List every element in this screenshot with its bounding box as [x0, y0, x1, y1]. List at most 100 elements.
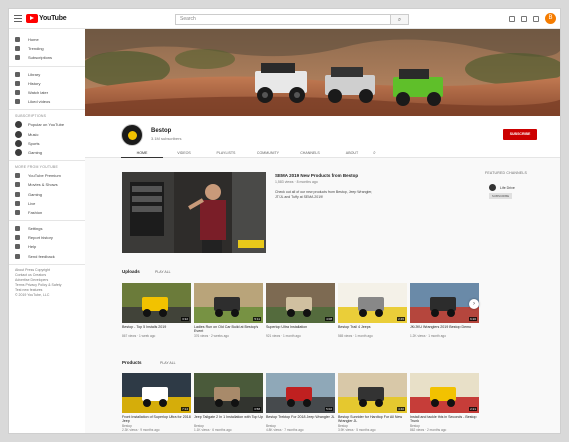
sidebar-item-fashion[interactable]: Fashion: [9, 208, 85, 217]
tab-playlists[interactable]: PLAYLISTS: [205, 149, 247, 158]
sidebar-item-movies-shows[interactable]: Movies & Shows: [9, 180, 85, 189]
video-thumbnail[interactable]: 4:40: [338, 373, 407, 413]
products-play-all[interactable]: PLAY ALL: [160, 361, 176, 365]
video-title[interactable]: Bestop Trail 4 Jeeps: [338, 325, 407, 334]
video-title[interactable]: Install and tackle this in Seconds - Bes…: [410, 415, 479, 424]
sidebar-item-help[interactable]: Help: [9, 242, 85, 251]
youtube-logo[interactable]: YouTube: [26, 14, 67, 23]
video-title[interactable]: Bestop - Top 5 Installs 2019: [122, 325, 191, 334]
sidebar-item-music[interactable]: Music: [9, 130, 85, 139]
video-meta: 862 views · 2 months ago: [410, 428, 447, 432]
video-meta: 1.1K views · 6 months ago: [194, 428, 232, 432]
account-avatar[interactable]: B: [545, 13, 556, 24]
sidebar-item-library[interactable]: Library: [9, 70, 85, 79]
video-card[interactable]: 2:45 Bestop Trail 4 Jeeps 565 views · 1 mo…: [338, 283, 407, 338]
video-meta: 867 views · 1 week ago: [122, 334, 156, 338]
video-title[interactable]: Bestop Sunrider for Hardtop For All New …: [338, 415, 407, 424]
tab-home[interactable]: HOME: [121, 149, 163, 158]
sidebar-item-live[interactable]: Live: [9, 199, 85, 208]
video-card[interactable]: 3:58 Jeep Tailgate 2 In 1 Installation wi…: [194, 373, 263, 432]
video-meta: 565 views · 1 month ago: [338, 334, 373, 338]
video-card[interactable]: 5:11 Ladies Run on Old Car Build at Besto…: [194, 283, 263, 338]
video-card[interactable]: 3:32 Bestop - Top 5 Installs 2019 867 view…: [122, 283, 191, 338]
video-duration: 2:21: [469, 407, 477, 411]
video-title[interactable]: Jeep Tailgate 2 In 1 Installation with T…: [194, 415, 263, 424]
next-arrow-icon[interactable]: ›: [469, 299, 479, 309]
notifications-bell-icon[interactable]: [533, 15, 539, 22]
video-title[interactable]: JK/JKU Wranglers 2019 Bestop Demo: [410, 325, 479, 334]
sidebar-item-report-history[interactable]: Report history: [9, 233, 85, 242]
logo-text: YouTube: [39, 15, 67, 22]
video-card[interactable]: 2:21 Install and tackle this in Seconds -…: [410, 373, 479, 432]
video-duration: 3:32: [181, 317, 189, 321]
channel-avatar-icon: [15, 121, 22, 129]
video-duration: 4:40: [397, 407, 405, 411]
tab-community[interactable]: COMMUNITY: [247, 149, 289, 158]
uploads-play-all[interactable]: PLAY ALL: [155, 270, 171, 274]
sidebar-item-gaming[interactable]: Gaming: [9, 189, 85, 198]
featured-video-description: JT/JL and Tuffy at SEMA 2019!: [275, 195, 324, 199]
search-button[interactable]: ⌕: [391, 14, 409, 25]
featured-video-thumbnail[interactable]: [122, 172, 266, 253]
video-title[interactable]: Front Installation of Superlop Ultra for…: [122, 415, 191, 424]
sidebar-item-settings[interactable]: Settings: [9, 224, 85, 233]
sidebar-item-gaming[interactable]: Gaming: [9, 148, 85, 157]
video-duration: 7:14: [181, 407, 189, 411]
sidebar-item-history[interactable]: History: [9, 79, 85, 88]
video-card[interactable]: 4:40 Bestop Sunrider for Hardtop For All …: [338, 373, 407, 432]
sidebar-item-label: Music: [28, 131, 39, 137]
video-thumbnail[interactable]: 5:02: [266, 373, 335, 413]
video-thumbnail[interactable]: 2:45: [338, 283, 407, 323]
video-thumbnail[interactable]: 3:32: [122, 283, 191, 323]
sidebar-item-liked-videos[interactable]: Liked videos: [9, 97, 85, 106]
video-card[interactable]: 6:20 JK/JKU Wranglers 2019 Bestop Demo 1.2…: [410, 283, 479, 338]
uploads-row-title[interactable]: Uploads: [122, 269, 140, 274]
sidebar-item-watch-later[interactable]: Watch later: [9, 88, 85, 97]
browser-frame: YouTube Search ⌕ B Home Trending Subscript…: [8, 8, 561, 434]
sidebar-item-popular-on-youtube[interactable]: Popular on YouTube: [9, 120, 85, 129]
video-meta: 921 views · 1 month ago: [266, 334, 301, 338]
video-title[interactable]: Ladies Run on Old Car Build at Bestop's …: [194, 325, 263, 334]
sidebar-item-home[interactable]: Home: [9, 35, 85, 44]
channel-search-icon[interactable]: ⌕: [373, 149, 385, 158]
apps-grid-icon[interactable]: [521, 15, 527, 22]
menu-icon[interactable]: [14, 15, 22, 22]
tab-about[interactable]: ABOUT: [331, 149, 373, 158]
video-card[interactable]: 4:08 Superlop Ultra Installation 921 views…: [266, 283, 335, 338]
subscribe-button[interactable]: SUBSCRIBE: [503, 129, 537, 140]
video-card[interactable]: 5:02 Bestop Trektop For 2018 Jeep Wrangle…: [266, 373, 335, 432]
products-row: 7:14 Front Installation of Superlop Ultra…: [122, 373, 479, 432]
featured-channel-subscribe-button[interactable]: SUBSCRIBE: [489, 193, 512, 199]
sidebar-item-subscriptions[interactable]: Subscriptions: [9, 53, 85, 62]
video-card[interactable]: 7:14 Front Installation of Superlop Ultra…: [122, 373, 191, 432]
video-title[interactable]: Bestop Trektop For 2018 Jeep Wrangler JL: [266, 415, 335, 424]
search-icon: ⌕: [397, 17, 402, 23]
featured-video-title[interactable]: SEMA 2019 New Products from Bestop: [275, 173, 358, 178]
tab-videos[interactable]: VIDEOS: [163, 149, 205, 158]
sidebar-item-youtube-premium[interactable]: YouTube Premium: [9, 171, 85, 180]
sidebar-item-sports[interactable]: Sports: [9, 139, 85, 148]
video-title[interactable]: Superlop Ultra Installation: [266, 325, 335, 334]
sidebar-footer: About Press Copyright Contact us Creators…: [9, 268, 85, 298]
channel-avatar-icon: [15, 130, 22, 138]
sidebar-item-send-feedback[interactable]: Send feedback: [9, 252, 85, 261]
tab-channels[interactable]: CHANNELS: [289, 149, 331, 158]
sidebar-item-trending[interactable]: Trending: [9, 44, 85, 53]
subscriptions-icon: [15, 55, 20, 61]
video-thumbnail[interactable]: 5:11: [194, 283, 263, 323]
video-thumbnail[interactable]: 4:08: [266, 283, 335, 323]
video-meta: 376 views · 2 weeks ago: [194, 334, 229, 338]
products-row-title[interactable]: Products: [122, 360, 142, 365]
featured-channel-item[interactable]: Life Drive: [489, 184, 515, 191]
footer-link[interactable]: © 2019 YouTube, LLC: [9, 293, 85, 298]
sidebar-item-label: Trending: [28, 46, 44, 52]
video-thumbnail[interactable]: 2:21: [410, 373, 479, 413]
thumb-up-icon: [15, 99, 20, 105]
banner-image: [85, 29, 560, 116]
search-input[interactable]: Search: [175, 14, 391, 25]
video-thumbnail[interactable]: 3:58: [194, 373, 263, 413]
upload-video-icon[interactable]: [509, 15, 515, 22]
video-duration: 5:11: [253, 317, 261, 321]
channel-avatar[interactable]: [121, 124, 143, 146]
video-thumbnail[interactable]: 7:14: [122, 373, 191, 413]
